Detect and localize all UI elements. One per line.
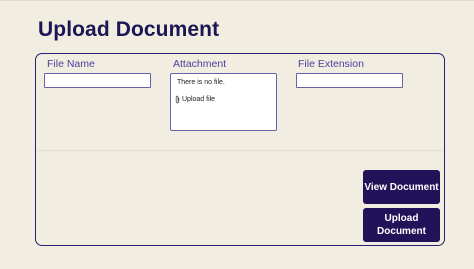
attachment-control: There is no file. Upload file <box>170 73 277 131</box>
upload-file-label: Upload file <box>182 96 216 103</box>
upload-file-link[interactable]: Upload file <box>175 95 215 104</box>
attachment-label: Attachment <box>173 58 227 70</box>
file-extension-label: File Extension <box>298 58 364 70</box>
upload-document-button[interactable]: Upload Document <box>363 208 440 242</box>
file-name-label: File Name <box>47 58 95 70</box>
no-file-text: There is no file. <box>177 79 225 86</box>
page-title: Upload Document <box>38 18 220 41</box>
paperclip-icon <box>175 95 180 104</box>
upload-document-screen: Upload Document File Name Attachment The… <box>0 0 474 269</box>
file-name-input[interactable] <box>44 73 151 88</box>
view-document-button[interactable]: View Document <box>363 170 440 204</box>
form-divider <box>36 150 444 151</box>
file-extension-input[interactable] <box>296 73 403 88</box>
